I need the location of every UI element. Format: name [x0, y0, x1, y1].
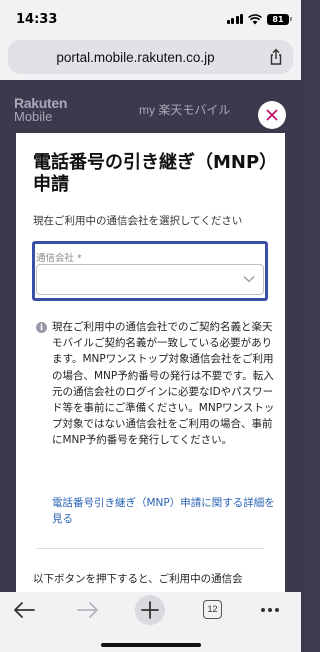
- info-icon: i: [36, 322, 47, 333]
- close-icon: [266, 109, 278, 121]
- battery-icon: 81: [267, 13, 292, 25]
- tabs-icon: 12: [203, 600, 222, 619]
- status-time: 14:33: [16, 12, 58, 27]
- mnp-details-link[interactable]: 電話番号引き継ぎ（MNP）申請に関する詳細を見る: [52, 495, 278, 527]
- browser-address-area: portal.mobile.rakuten.co.jp: [0, 36, 301, 80]
- forward-arrow-icon: [77, 602, 98, 618]
- status-icons: 81: [226, 13, 292, 25]
- close-button[interactable]: [258, 101, 286, 129]
- forward-button[interactable]: [70, 594, 106, 626]
- carrier-select-label: 通信会社 *: [36, 253, 82, 264]
- more-icon: [261, 608, 279, 612]
- divider: [36, 548, 264, 549]
- more-button[interactable]: [252, 594, 288, 626]
- status-bar: 14:33 81: [0, 0, 301, 36]
- my-rakuten-mobile-nav: my 楽天モバイル: [139, 103, 231, 117]
- modal-title: 電話番号の引き継ぎ（MNP）申請: [33, 152, 269, 195]
- signal-icon: [226, 14, 243, 24]
- url-text[interactable]: portal.mobile.rakuten.co.jp: [8, 50, 263, 65]
- logo-line-2: Mobile: [14, 109, 53, 124]
- wifi-icon: [248, 13, 262, 24]
- tabs-button[interactable]: 12: [195, 594, 231, 626]
- share-icon[interactable]: [267, 48, 285, 66]
- address-bar[interactable]: portal.mobile.rakuten.co.jp: [8, 40, 293, 74]
- chevron-down-icon[interactable]: [243, 275, 255, 283]
- rakuten-mobile-logo: Rakuten Mobile: [14, 96, 67, 124]
- instruction-text: 現在ご利用中の通信会社を選択してください: [33, 215, 243, 227]
- notice-text: 現在ご利用中の通信会社でのご契約名義と楽天モバイルご契約名義が一致している必要が…: [52, 321, 275, 447]
- carrier-select[interactable]: [36, 264, 264, 295]
- back-arrow-icon: [14, 602, 35, 618]
- mnp-modal: 電話番号の引き継ぎ（MNP）申請 現在ご利用中の通信会社を選択してください 通信…: [16, 133, 285, 592]
- back-button[interactable]: [6, 594, 42, 626]
- logo-line-1: Rakuten: [14, 95, 68, 111]
- new-tab-button[interactable]: [132, 594, 168, 626]
- plus-icon: [141, 601, 159, 619]
- bottom-text: 以下ボタンを押下すると、ご利用中の通信会: [33, 573, 243, 585]
- home-indicator: [101, 643, 201, 647]
